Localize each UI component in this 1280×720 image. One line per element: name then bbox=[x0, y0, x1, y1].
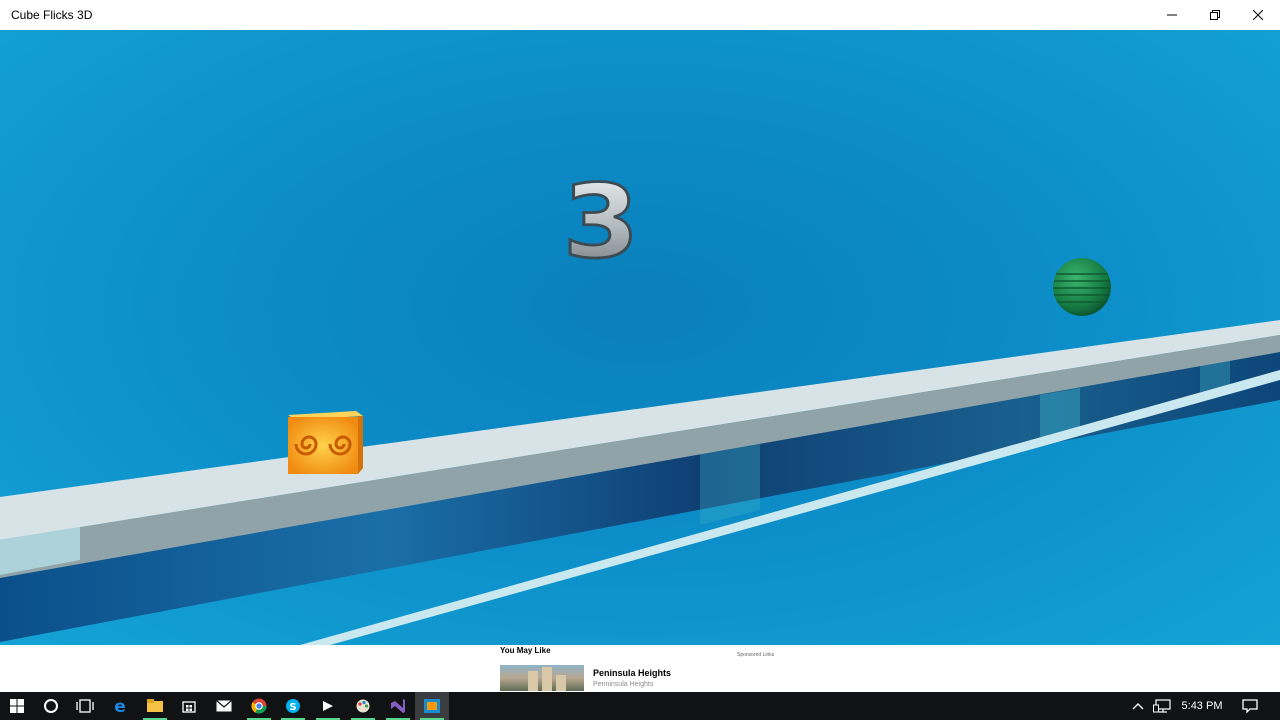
ad-thumbnail[interactable] bbox=[500, 665, 584, 691]
mail-icon bbox=[216, 700, 232, 712]
game-canvas[interactable]: 3 bbox=[0, 30, 1280, 645]
player-cube bbox=[288, 411, 363, 474]
taskbar-paint[interactable] bbox=[346, 692, 380, 720]
taskbar-cube-flicks[interactable] bbox=[415, 692, 449, 720]
restore-button[interactable] bbox=[1192, 0, 1238, 30]
task-view-icon bbox=[76, 699, 94, 713]
taskbar-mail[interactable] bbox=[207, 692, 241, 720]
track-front-edge bbox=[0, 335, 1280, 578]
taskbar-visual-studio[interactable] bbox=[381, 692, 415, 720]
taskbar-edge[interactable]: e bbox=[103, 692, 137, 720]
minimize-icon bbox=[1167, 14, 1177, 16]
network-icon bbox=[1153, 699, 1171, 713]
windows-start-icon bbox=[10, 699, 24, 713]
taskbar-skype[interactable]: S bbox=[276, 692, 310, 720]
title-bar: Cube Flicks 3D bbox=[0, 0, 1280, 30]
cortana-button[interactable] bbox=[34, 692, 68, 720]
cortana-icon bbox=[44, 699, 58, 713]
taskbar-file-explorer[interactable] bbox=[138, 692, 172, 720]
chevron-up-icon bbox=[1132, 703, 1144, 710]
obstacle-ball bbox=[1053, 258, 1111, 316]
start-button[interactable] bbox=[0, 692, 34, 720]
paint-icon bbox=[356, 699, 370, 713]
close-icon bbox=[1253, 10, 1263, 20]
game-scene: 3 bbox=[0, 161, 1280, 645]
taskbar-chrome[interactable] bbox=[242, 692, 276, 720]
network-button[interactable] bbox=[1152, 692, 1172, 720]
skype-icon: S bbox=[286, 699, 300, 713]
media-player-icon bbox=[323, 701, 333, 711]
svg-text:e: e bbox=[114, 698, 126, 714]
taskbar: e S 5:43 PM bbox=[0, 692, 1280, 720]
store-icon bbox=[182, 701, 196, 713]
countdown-number: 3 bbox=[563, 162, 640, 280]
svg-text:S: S bbox=[289, 702, 296, 713]
taskbar-store[interactable] bbox=[172, 692, 206, 720]
file-explorer-icon bbox=[147, 699, 163, 712]
show-hidden-icons-button[interactable] bbox=[1130, 692, 1146, 720]
ad-item-title[interactable]: Peninsula Heights bbox=[593, 668, 671, 678]
action-center-button[interactable] bbox=[1238, 692, 1262, 720]
chrome-icon bbox=[251, 698, 267, 714]
visual-studio-icon bbox=[391, 699, 405, 713]
edge-icon: e bbox=[114, 698, 126, 714]
restore-icon bbox=[1210, 10, 1220, 20]
minimize-button[interactable] bbox=[1149, 0, 1195, 30]
sponsored-links[interactable]: Sponsored Links bbox=[737, 652, 774, 658]
notifications-icon bbox=[1242, 699, 1258, 713]
close-button[interactable] bbox=[1235, 0, 1280, 30]
taskbar-media-player[interactable] bbox=[311, 692, 345, 720]
ad-banner: You May Like Sponsored Links Peninsula H… bbox=[0, 645, 1280, 692]
cube-flicks-icon bbox=[424, 699, 440, 713]
taskbar-clock[interactable]: 5:43 PM bbox=[1172, 700, 1232, 712]
ad-heading: You May Like bbox=[500, 646, 551, 655]
window-title: Cube Flicks 3D bbox=[11, 8, 93, 22]
task-view-button[interactable] bbox=[68, 692, 102, 720]
ad-item-subtitle: Penninsula Heights bbox=[593, 681, 654, 688]
